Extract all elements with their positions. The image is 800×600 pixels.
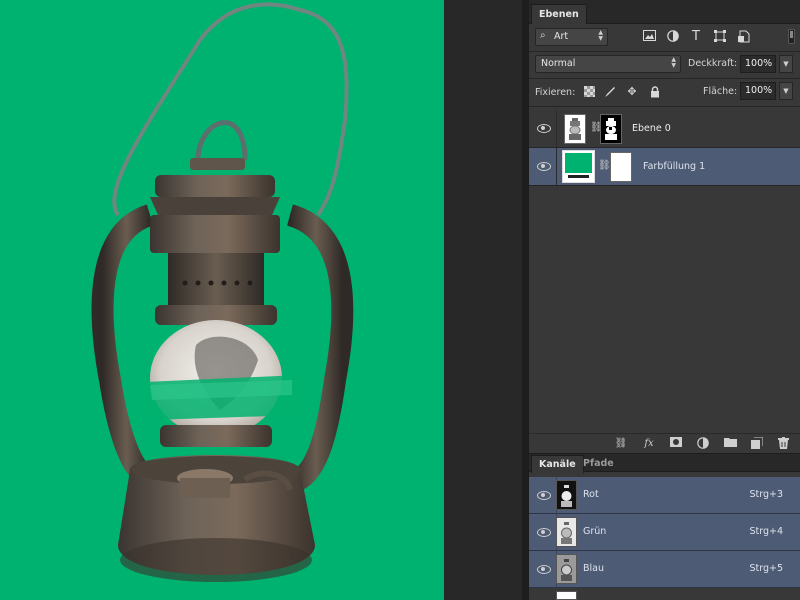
adjustment-filter-icon[interactable]: [666, 30, 680, 43]
visibility-toggle[interactable]: [529, 110, 557, 147]
image-filter-icon[interactable]: [642, 30, 656, 43]
channel-name: Grün: [583, 526, 607, 537]
channel-row-mask[interactable]: [529, 589, 800, 600]
new-group-icon[interactable]: [723, 437, 737, 451]
layer-mask-thumbnail[interactable]: [600, 114, 622, 144]
panel-dock: Ebenen ⌕ Art ▲ ▼ T Normal ▲ ▼ Deckkraft: 1…: [528, 0, 800, 600]
eye-icon: [537, 564, 551, 574]
lock-row: Fixieren: ✥ Fläche: 100% ▼: [529, 79, 800, 106]
fill-label: Fläche:: [703, 86, 738, 97]
blend-mode-value: Normal: [541, 58, 576, 69]
layer-filter-value: Art: [554, 31, 569, 42]
link-icon[interactable]: ⛓: [598, 160, 611, 171]
link-layers-icon[interactable]: ⛓: [614, 437, 628, 451]
visibility-toggle[interactable]: [529, 477, 557, 513]
tab-paths[interactable]: Pfade: [576, 455, 621, 473]
layer-name[interactable]: Ebene 0: [632, 123, 671, 134]
lock-transparent-icon[interactable]: [583, 86, 595, 98]
channel-row-rot[interactable]: Rot Strg+3: [529, 477, 800, 514]
add-mask-icon[interactable]: [669, 437, 683, 451]
eye-icon: [537, 490, 551, 500]
layer-name[interactable]: Farbfüllung 1: [643, 161, 705, 172]
filter-toggle-switch[interactable]: [788, 29, 795, 44]
layer-filter-row: ⌕ Art ▲ ▼ T: [529, 24, 800, 51]
trash-icon[interactable]: [776, 437, 790, 451]
lock-image-icon[interactable]: [604, 86, 616, 98]
eye-icon: [537, 527, 551, 537]
document-canvas[interactable]: [0, 0, 444, 600]
blend-row: Normal ▲ ▼ Deckkraft: 100% ▼: [529, 51, 800, 78]
slider-icon: [568, 175, 589, 178]
fill-input[interactable]: 100%: [740, 82, 776, 100]
layers-tab-bar: Ebenen: [529, 0, 800, 24]
canvas-gutter: [444, 0, 528, 600]
channel-shortcut: Strg+4: [749, 526, 783, 537]
tab-layers[interactable]: Ebenen: [531, 4, 587, 24]
eye-icon: [537, 123, 551, 133]
visibility-toggle[interactable]: [529, 551, 557, 587]
channel-row-blau[interactable]: Blau Strg+5: [529, 551, 800, 588]
layer-row-farbfuellung-1[interactable]: ⛓ Farbfüllung 1: [529, 148, 800, 186]
new-adjustment-icon[interactable]: [696, 437, 710, 451]
opacity-dropdown-button[interactable]: ▼: [779, 55, 793, 73]
opacity-input[interactable]: 100%: [740, 55, 776, 73]
fill-layer-thumbnail[interactable]: [562, 150, 595, 183]
layers-footer-toolbar: ⛓ fx: [529, 433, 800, 453]
visibility-toggle[interactable]: [529, 514, 557, 550]
new-layer-icon[interactable]: [750, 436, 764, 451]
layer-thumbnail: [564, 114, 586, 144]
type-filter-icon[interactable]: T: [689, 30, 703, 43]
channel-thumbnail: [556, 480, 577, 510]
opacity-label: Deckkraft:: [688, 58, 738, 69]
fill-color-swatch: [565, 153, 592, 173]
eye-icon: [537, 161, 551, 171]
shape-filter-icon[interactable]: [713, 30, 727, 43]
fx-icon[interactable]: fx: [642, 437, 656, 451]
channel-name: Blau: [583, 563, 604, 574]
updown-arrows-icon: ▲ ▼: [671, 56, 676, 69]
channel-thumbnail: [556, 517, 577, 547]
updown-arrows-icon: ▲ ▼: [598, 29, 603, 42]
lock-all-icon[interactable]: [649, 86, 661, 98]
search-icon: ⌕: [540, 30, 546, 41]
fill-dropdown-button[interactable]: ▼: [779, 82, 793, 100]
layer-row-ebene-0[interactable]: ⛓ Ebene 0: [529, 110, 800, 148]
channel-thumbnail: [556, 591, 577, 600]
visibility-toggle[interactable]: [529, 148, 557, 185]
oil-lantern-image: [91, 2, 354, 582]
channel-shortcut: Strg+5: [749, 563, 783, 574]
layers-list-empty-area[interactable]: [529, 187, 800, 433]
layer-filter-select[interactable]: ⌕ Art ▲ ▼: [535, 28, 608, 46]
channel-name: Rot: [583, 489, 599, 500]
lock-label: Fixieren:: [535, 87, 576, 98]
channel-row-gruen[interactable]: Grün Strg+4: [529, 514, 800, 551]
channel-thumbnail: [556, 554, 577, 584]
channel-shortcut: Strg+3: [749, 489, 783, 500]
smart-object-filter-icon[interactable]: [737, 30, 751, 43]
layer-mask-thumbnail[interactable]: [610, 152, 632, 182]
blend-mode-select[interactable]: Normal ▲ ▼: [535, 55, 681, 73]
channels-tab-bar: Kanäle Pfade: [529, 453, 800, 473]
lock-position-icon[interactable]: ✥: [626, 86, 638, 98]
